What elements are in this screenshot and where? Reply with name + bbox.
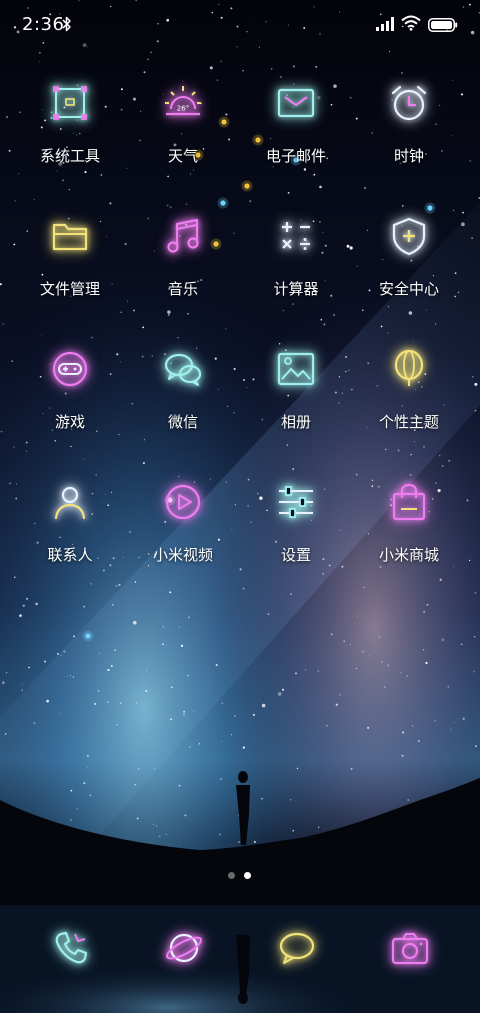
sliders-icon (279, 486, 313, 518)
app-calculator[interactable]: 计算器 (241, 216, 351, 326)
gamepad-icon (52, 351, 88, 387)
alarm-clock-icon (391, 85, 427, 121)
app-sliders[interactable]: 设置 (241, 482, 351, 592)
weather-temperature: 26° (177, 105, 189, 113)
music-note-icon (167, 218, 199, 253)
dock-message-bubble[interactable] (272, 923, 322, 973)
app-label: 个性主题 (378, 413, 439, 431)
bluetooth-icon (62, 16, 71, 32)
app-label: 相册 (280, 413, 311, 431)
app-contact-person[interactable]: 联系人 (15, 482, 125, 592)
app-folder[interactable]: 文件管理 (15, 216, 125, 326)
play-circle-icon (165, 484, 201, 520)
status-time: 2:36 (22, 14, 65, 35)
app-label: 联系人 (47, 546, 93, 564)
chat-bubbles-icon (164, 353, 202, 386)
contact-person-icon (54, 486, 86, 520)
balloon-icon (394, 349, 424, 386)
status-bar: 2:36 (0, 0, 480, 52)
app-toolbox[interactable]: 系统工具 (15, 83, 125, 193)
gallery-icon (277, 352, 315, 386)
app-label: 文件管理 (39, 280, 100, 298)
app-label: 游戏 (54, 413, 85, 431)
wifi-icon (401, 15, 421, 31)
toolbox-icon (53, 86, 87, 120)
app-label: 电子邮件 (265, 147, 326, 165)
message-bubble-icon (279, 932, 315, 964)
dock-browser-planet[interactable] (159, 923, 209, 973)
camera-icon (391, 933, 429, 965)
app-mail[interactable]: 电子邮件 (241, 83, 351, 193)
app-gamepad[interactable]: 游戏 (15, 349, 125, 459)
calculator-icon (282, 222, 310, 250)
page-dot-1[interactable] (228, 872, 235, 879)
dock-camera[interactable] (385, 923, 435, 973)
app-chat-bubbles[interactable]: 微信 (128, 349, 238, 459)
app-alarm-clock[interactable]: 时钟 (354, 83, 464, 193)
app-shield[interactable]: 安全中心 (354, 216, 464, 326)
app-balloon[interactable]: 个性主题 (354, 349, 464, 459)
app-label: 音乐 (167, 280, 198, 298)
app-label: 小米商城 (378, 546, 439, 564)
app-label: 时钟 (393, 147, 424, 165)
page-dot-2[interactable] (244, 872, 251, 879)
dock-phone[interactable] (46, 923, 96, 973)
folder-icon (52, 223, 88, 251)
mail-icon (277, 88, 315, 118)
app-label: 计算器 (273, 280, 319, 298)
app-label: 系统工具 (39, 147, 100, 165)
app-label: 微信 (167, 413, 198, 431)
browser-planet-icon (165, 933, 203, 963)
shield-icon (392, 217, 426, 256)
sunrise-icon: 26° (165, 86, 201, 116)
phone-icon (55, 931, 88, 964)
app-sunrise[interactable]: 26° 天气 (128, 83, 238, 193)
app-gallery[interactable]: 相册 (241, 349, 351, 459)
app-label: 小米视频 (152, 546, 213, 564)
app-play-circle[interactable]: 小米视频 (128, 482, 238, 592)
app-music-note[interactable]: 音乐 (128, 216, 238, 326)
app-label: 设置 (280, 546, 311, 564)
battery-icon (428, 18, 458, 32)
app-label: 天气 (167, 147, 198, 165)
app-shopping-bag[interactable]: 小米商城 (354, 482, 464, 592)
shopping-bag-icon (392, 483, 426, 521)
signal-icon (376, 17, 394, 31)
app-label: 安全中心 (378, 280, 439, 298)
page-indicator (0, 869, 480, 883)
